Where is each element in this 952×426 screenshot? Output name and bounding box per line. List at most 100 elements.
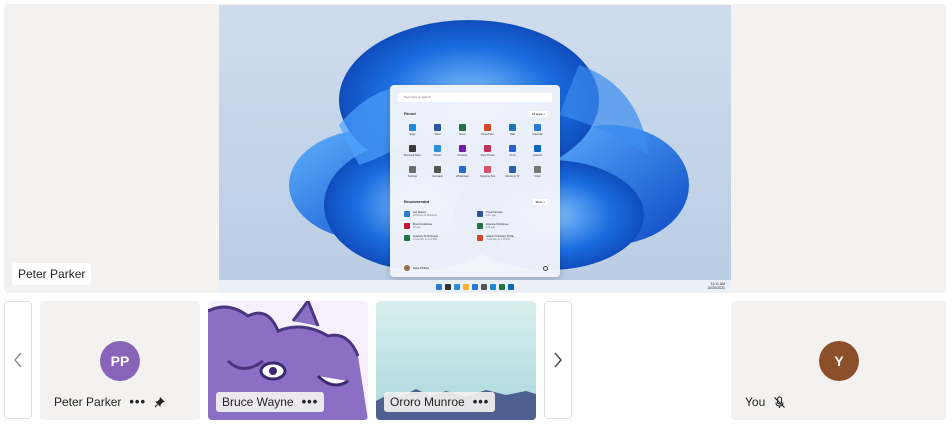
taskbar-app-icon[interactable] (454, 283, 460, 290)
app-label: Edge (409, 133, 416, 136)
pinned-apps-grid: Edge Word Excel PowerPoint Mail Calendar Micro… (400, 124, 550, 178)
taskbar-app-icon[interactable] (499, 283, 505, 290)
more-options-icon[interactable]: ••• (473, 395, 490, 408)
recommended-subtext: 2h ago (413, 226, 421, 229)
app-icon (459, 166, 466, 173)
more-options-icon[interactable]: ••• (129, 395, 146, 408)
pin-icon[interactable] (154, 396, 166, 408)
recommended-item[interactable]: Quarterly Profit Report Yesterday at 4:24… (404, 235, 471, 241)
app-icon (484, 124, 491, 131)
app-icon (434, 145, 441, 152)
self-avatar: Y (819, 341, 859, 381)
stage: Type here to search Pinned All apps > Ed… (4, 4, 946, 293)
all-apps-button[interactable]: All apps > (528, 111, 548, 117)
recommended-item[interactable]: Travel Itinerary 17m ago (477, 211, 544, 217)
participant-tile-ororo[interactable]: Ororo Munroe ••• (376, 301, 536, 420)
mic-muted-icon (774, 395, 786, 408)
prev-page-button[interactable] (4, 301, 32, 419)
pinned-app[interactable]: OneNote (450, 145, 475, 157)
pinned-app[interactable]: Excel (450, 124, 475, 136)
pinned-app[interactable]: Edge (400, 124, 425, 136)
taskbar-app-icon[interactable] (490, 283, 496, 290)
taskbar-app-icon[interactable] (463, 283, 469, 290)
app-icon (534, 166, 541, 173)
app-label: Mail (510, 133, 515, 136)
pinned-app[interactable]: Word (425, 124, 450, 136)
pinned-app[interactable]: Settings (400, 166, 425, 178)
recommended-item[interactable]: Expense Worksheet 12h ago (477, 223, 544, 229)
app-label: Microsoft Store (404, 154, 421, 157)
participant-nameplate: Ororo Munroe ••• (384, 392, 496, 412)
taskbar-app-icon[interactable] (472, 283, 478, 290)
participant-name: Bruce Wayne (222, 395, 294, 409)
self-tile[interactable]: Y You (731, 301, 946, 420)
more-button[interactable]: More > (532, 199, 548, 205)
app-label: Calendar (532, 133, 543, 136)
app-label: Xbox Photos (480, 154, 495, 157)
recommended-text: Brand Guidelines 2h ago (413, 223, 433, 229)
participant-tile-bruce[interactable]: Bruce Wayne ••• (208, 301, 368, 420)
participant-tile-peter[interactable]: PP Peter Parker ••• (40, 301, 200, 420)
pinned-app[interactable]: Snipping Tool (475, 166, 500, 178)
recommended-item[interactable]: Adatum Company Profile Yesterday at 1:15 … (477, 235, 544, 241)
pinned-app[interactable]: Calculator (425, 166, 450, 178)
participant-name: Peter Parker (54, 395, 122, 409)
recommended-item[interactable]: Brand Guidelines 2h ago (404, 223, 471, 229)
taskbar-app-icon[interactable] (481, 283, 487, 290)
participant-nameplate: Bruce Wayne ••• (216, 392, 325, 412)
app-icon (484, 145, 491, 152)
recommended-text: Get Started Welcome to Windows (413, 211, 437, 217)
self-nameplate: You (739, 392, 792, 412)
pinned-app[interactable]: Microsoft Store (400, 145, 425, 157)
app-label: Movies & TV (505, 175, 520, 178)
app-label: Whiteboard (456, 175, 469, 178)
pinned-app[interactable]: Xbox Photos (475, 145, 500, 157)
app-label: Photos (433, 154, 442, 157)
app-icon (434, 166, 441, 173)
pinned-app[interactable]: Calendar (525, 124, 550, 136)
app-icon (509, 124, 516, 131)
pinned-app[interactable]: LinkedIn (525, 145, 550, 157)
taskbar: 11:11 AM 10/20/2021 (219, 280, 731, 293)
pinned-heading: Pinned (404, 112, 416, 116)
power-icon[interactable] (543, 266, 548, 271)
pinned-app[interactable]: To Do (500, 145, 525, 157)
more-options-icon[interactable]: ••• (302, 395, 319, 408)
recommended-heading: Recommended (404, 200, 430, 204)
pinned-app[interactable]: PowerPoint (475, 124, 500, 136)
app-label: Snipping Tool (480, 175, 495, 178)
pinned-app[interactable]: Whiteboard (450, 166, 475, 178)
recommended-text: Quarterly Profit Report Yesterday at 4:24… (413, 235, 439, 241)
taskbar-app-icon[interactable] (445, 283, 451, 290)
recommended-subtext: 17m ago (486, 214, 496, 217)
app-label: Calculator (431, 175, 444, 178)
app-label: To Do (509, 154, 516, 157)
pinned-app[interactable]: Photos (425, 145, 450, 157)
pinned-app[interactable]: Clock (525, 166, 550, 178)
file-icon (477, 211, 483, 217)
app-icon (434, 124, 441, 131)
recommended-subtext: 12h ago (486, 226, 496, 229)
avatar-initials: PP (110, 353, 130, 369)
start-search-input[interactable]: Type here to search (398, 93, 552, 102)
next-page-button[interactable] (544, 301, 572, 419)
app-icon (509, 166, 516, 173)
app-icon (409, 145, 416, 152)
app-icon (409, 166, 416, 173)
pinned-app[interactable]: Mail (500, 124, 525, 136)
taskbar-app-icon[interactable] (436, 283, 442, 290)
recommended-text: Expense Worksheet 12h ago (486, 223, 509, 229)
app-label: OneNote (457, 154, 468, 157)
file-icon (404, 223, 410, 229)
app-icon (534, 145, 541, 152)
file-icon (477, 235, 483, 241)
recommended-item[interactable]: Get Started Welcome to Windows (404, 211, 471, 217)
file-icon (477, 223, 483, 229)
avatar-initials: Y (834, 353, 844, 369)
start-user-name: Sara Philips (413, 266, 430, 270)
pinned-app[interactable]: Movies & TV (500, 166, 525, 178)
start-user[interactable]: Sara Philips (404, 265, 429, 271)
taskbar-app-icon[interactable] (508, 283, 514, 290)
recommended-list: Get Started Welcome to Windows Travel Itin… (404, 211, 544, 241)
file-icon (404, 235, 410, 241)
